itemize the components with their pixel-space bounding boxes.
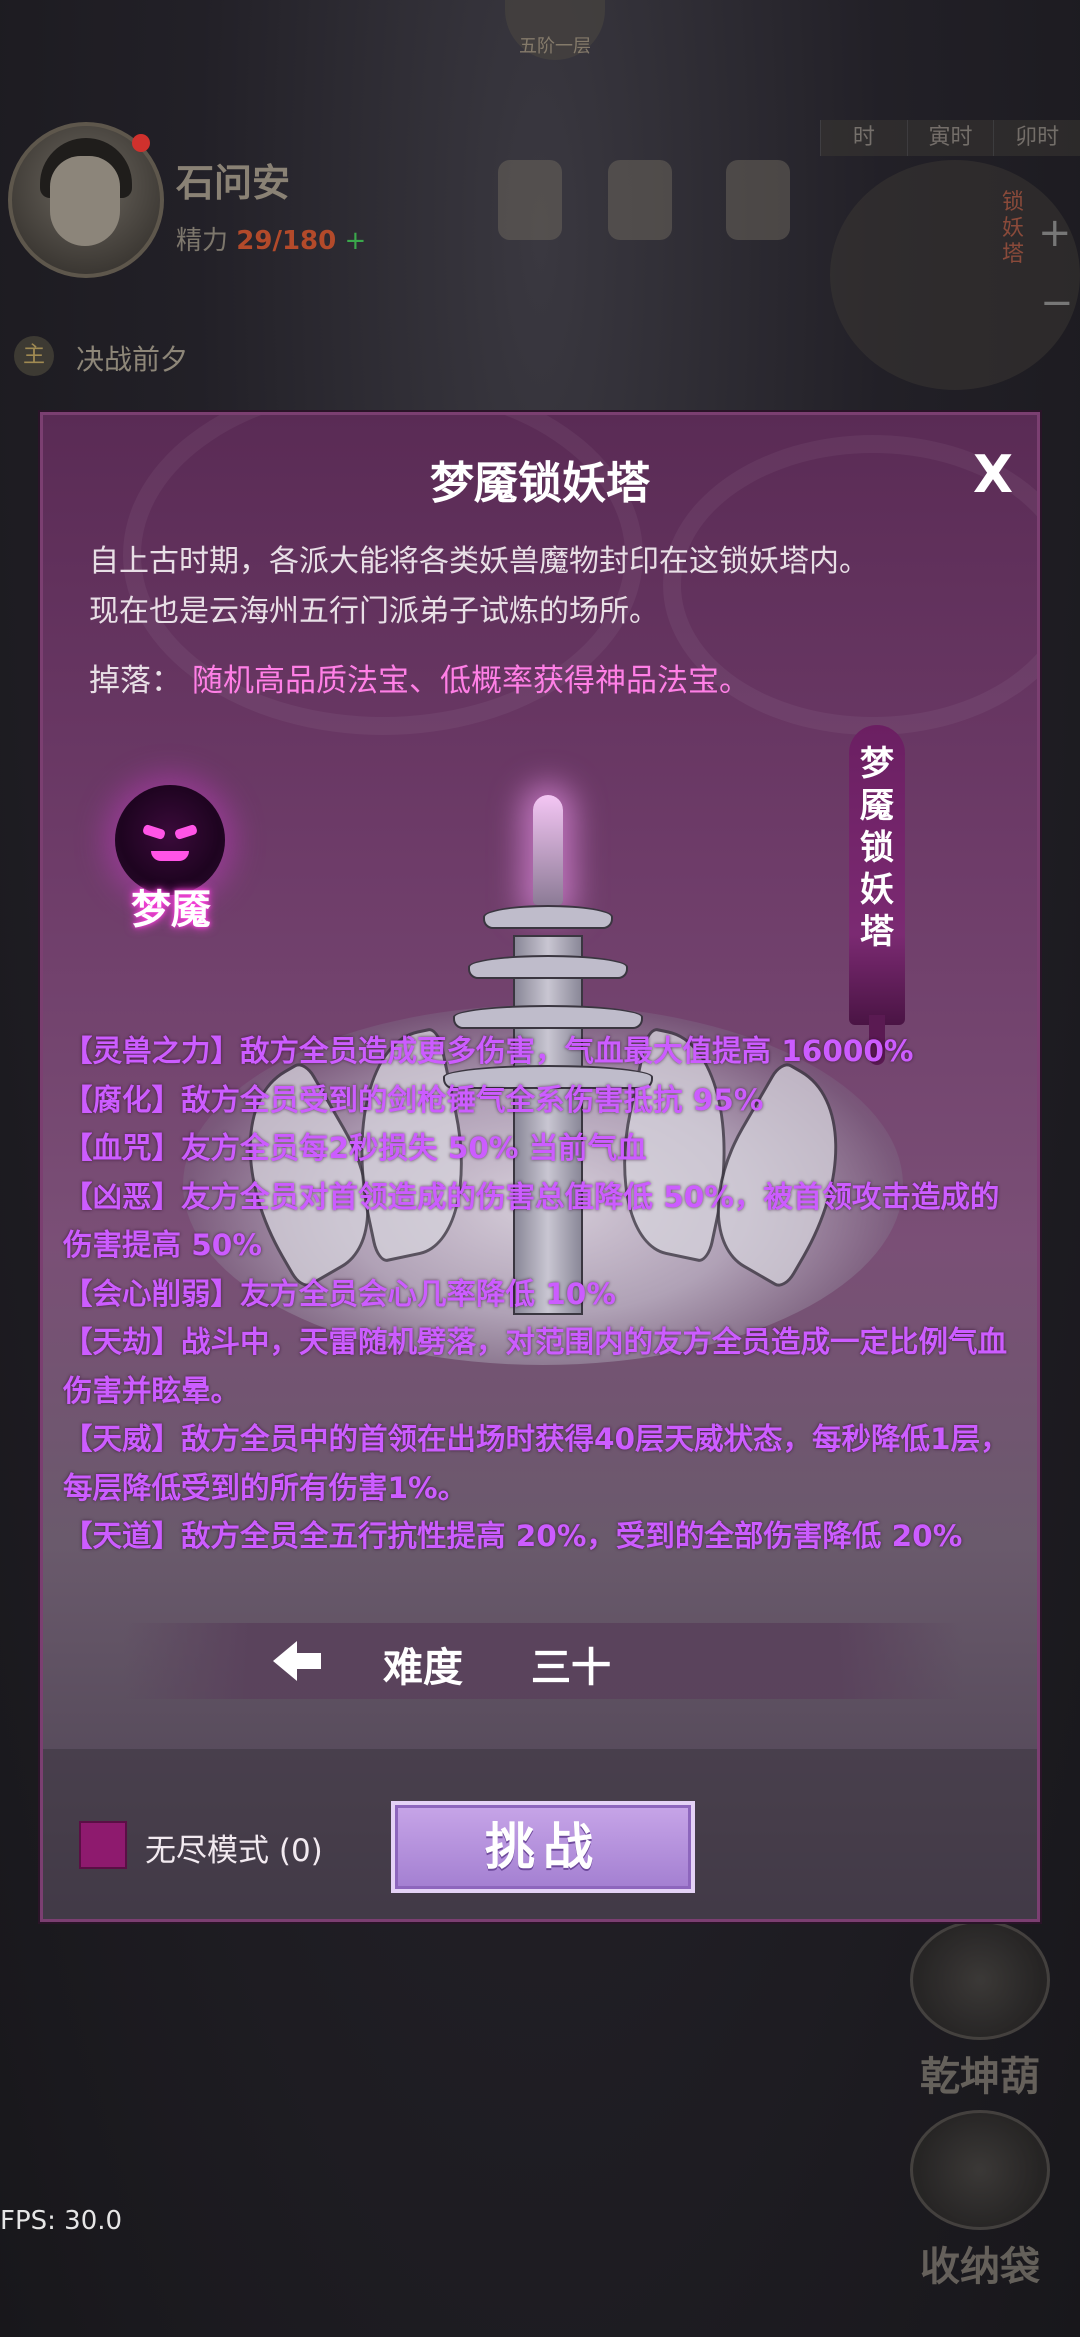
tower-icon[interactable] bbox=[830, 160, 1080, 390]
player-name: 石问安 bbox=[176, 161, 291, 205]
endless-mode-checkbox[interactable] bbox=[79, 1821, 127, 1869]
effect-item: 【血咒】友方全员每2秒损失 50% 当前气血 bbox=[63, 1131, 647, 1165]
zoom-out-button[interactable]: − bbox=[1040, 280, 1074, 326]
fps-counter: FPS: 30.0 bbox=[0, 2206, 123, 2236]
effect-item: 【天道】敌方全员全五行抗性提高 20%，受到的全部伤害降低 20% bbox=[63, 1519, 963, 1553]
effect-item: 【会心削弱】友方全员会心几率降低 10% bbox=[63, 1276, 616, 1311]
energy-add-icon[interactable]: + bbox=[345, 226, 367, 256]
dialog-footer: 无尽模式 (0) 挑战 bbox=[43, 1749, 1037, 1919]
difficulty-label: 难度 bbox=[383, 1644, 463, 1691]
side-button-label: 乾坤葫 bbox=[920, 2054, 1040, 2100]
banner-char: 塔 bbox=[860, 912, 894, 952]
scroll-icon[interactable] bbox=[600, 150, 680, 250]
difficulty-value: 三十 bbox=[531, 1644, 611, 1691]
boss-name: 梦魇 bbox=[131, 886, 211, 933]
banner-text: 梦魇锁妖塔 bbox=[849, 743, 905, 953]
description-line: 自上古时期，各派大能将各类妖兽魔物封印在这锁妖塔内。 bbox=[89, 544, 869, 579]
bag-icon bbox=[910, 2110, 1050, 2230]
drop-value: 随机高品质法宝、低概率获得神品法宝。 bbox=[192, 663, 750, 699]
description-line: 现在也是云海州五行门派弟子试炼的场所。 bbox=[89, 594, 659, 629]
zoom-in-button[interactable]: + bbox=[1038, 210, 1072, 256]
energy-value: 29/180 bbox=[236, 226, 337, 256]
effect-item: 【天威】敌方全员中的首领在出场时获得40层天威状态，每秒降低1层，每层降低受到的… bbox=[63, 1422, 1010, 1505]
time-tab[interactable]: 卯时 bbox=[993, 120, 1080, 156]
close-icon[interactable]: X bbox=[963, 445, 1023, 505]
effects-list: 【灵兽之力】敌方全员造成更多伤害，气血最大值提高 16000% 【腐化】敌方全员… bbox=[63, 1027, 1023, 1561]
dialog-title: 梦魇锁妖塔 bbox=[430, 458, 650, 509]
banner-char: 魇 bbox=[860, 786, 894, 826]
time-tabs: 时 寅时 卯时 bbox=[820, 120, 1080, 156]
effect-item: 【凶恶】友方全员对首领造成的伤害总值降低 50%，被首领攻击造成的伤害提高 50… bbox=[63, 1179, 1000, 1263]
banner-char: 梦 bbox=[860, 744, 894, 784]
time-tab[interactable]: 时 bbox=[820, 120, 907, 156]
drop-row: 掉落： 随机高品质法宝、低概率获得神品法宝。 bbox=[89, 655, 750, 700]
difficulty-selector: 难度 三十 bbox=[123, 1623, 963, 1699]
drop-label: 掉落： bbox=[89, 663, 182, 699]
effect-item: 【天劫】战斗中，天雷随机劈落，对范围内的友方全员造成一定比例气血伤害并眩晕。 bbox=[63, 1325, 1008, 1408]
storage-bag-button[interactable]: 收纳袋 bbox=[900, 2110, 1060, 2292]
quest-title[interactable]: 决战前夕 bbox=[76, 338, 188, 378]
qiankun-gourd-button[interactable]: 乾坤葫 bbox=[900, 1920, 1060, 2102]
realm-emblem: 五阶一层 bbox=[505, 0, 605, 60]
dialog-description: 自上古时期，各派大能将各类妖兽魔物封印在这锁妖塔内。 现在也是云海州五行门派弟子… bbox=[89, 537, 1009, 637]
energy-display: 精力 29/180 + bbox=[176, 220, 366, 257]
left-arrow-icon[interactable] bbox=[273, 1637, 323, 1687]
quest-type-badge: 主 bbox=[14, 336, 54, 376]
yinyang-icon bbox=[910, 1920, 1050, 2040]
time-tab[interactable]: 寅时 bbox=[906, 120, 994, 156]
challenge-button[interactable]: 挑战 bbox=[391, 1801, 695, 1893]
endless-mode-label: 无尽模式 (0) bbox=[145, 1833, 323, 1869]
challenge-button-label: 挑战 bbox=[485, 1817, 601, 1876]
tower-mini-label: 锁妖塔 bbox=[1001, 190, 1024, 267]
effect-item: 【腐化】敌方全员受到的剑枪锤气全系伤害抵抗 95% bbox=[63, 1082, 764, 1117]
effect-item: 【灵兽之力】敌方全员造成更多伤害，气血最大值提高 16000% bbox=[63, 1034, 914, 1068]
side-button-label: 收纳袋 bbox=[920, 2244, 1040, 2290]
tower-name-banner: 梦魇锁妖塔 bbox=[849, 725, 905, 1025]
realm-label: 五阶一层 bbox=[519, 36, 591, 57]
banner-char: 妖 bbox=[860, 870, 894, 910]
map-icon[interactable] bbox=[718, 150, 798, 250]
energy-label: 精力 bbox=[176, 226, 229, 256]
banner-char: 锁 bbox=[860, 828, 894, 868]
sect-icon[interactable] bbox=[490, 150, 570, 250]
notification-dot bbox=[132, 134, 150, 152]
tower-dialog: 梦魇锁妖塔 X 自上古时期，各派大能将各类妖兽魔物封印在这锁妖塔内。 现在也是云… bbox=[40, 412, 1040, 1922]
